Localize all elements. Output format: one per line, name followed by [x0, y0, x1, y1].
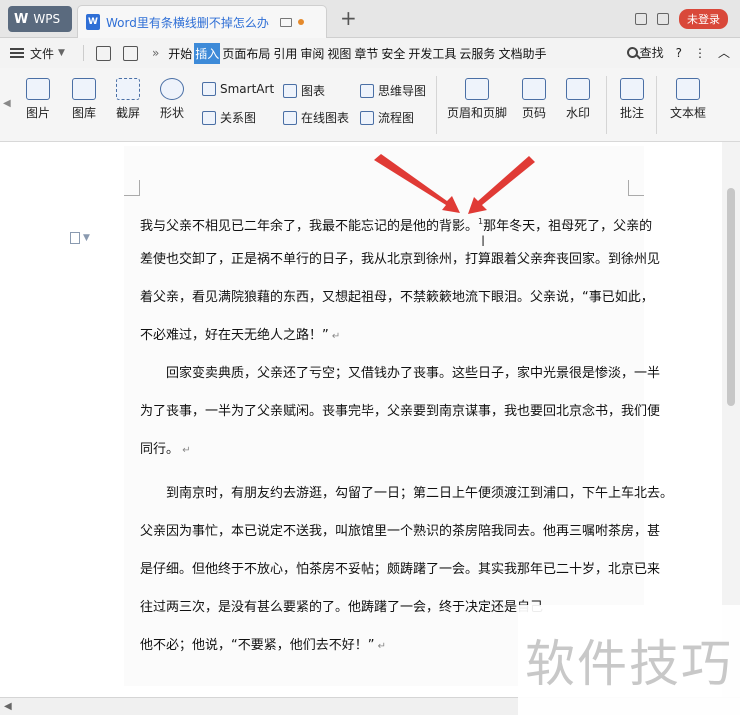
scroll-left-icon[interactable]: ◀	[4, 701, 12, 712]
watermark-overlay: 软件技巧	[518, 605, 740, 715]
red-arrow-left	[374, 154, 460, 213]
red-arrow-right	[468, 156, 535, 214]
vertical-scroll-thumb[interactable]	[727, 188, 735, 406]
